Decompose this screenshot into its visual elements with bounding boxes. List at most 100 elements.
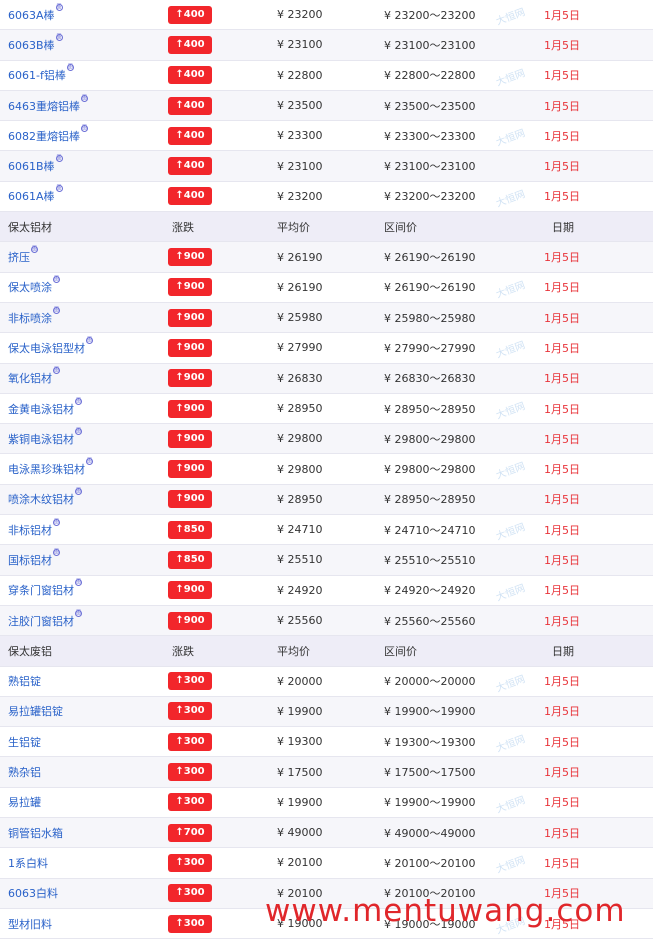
chart-icon[interactable]: 图: [66, 64, 74, 72]
product-name: 6063A棒: [8, 8, 55, 22]
average-price: ¥ 27990: [277, 341, 323, 355]
date: 1月5日: [544, 887, 580, 901]
chart-icon[interactable]: 图: [55, 33, 63, 41]
chart-icon[interactable]: 图: [81, 124, 88, 132]
average-price: ¥ 25510: [277, 553, 323, 567]
product-link[interactable]: 熟杂铝: [0, 764, 168, 780]
change-cell: ↑300: [168, 672, 277, 691]
product-link[interactable]: 生铝锭: [0, 734, 168, 750]
date: 1月5日: [544, 432, 580, 446]
product-link[interactable]: 易拉罐: [0, 794, 168, 810]
chart-icon[interactable]: 图: [81, 94, 88, 102]
product-name: 穿条门窗铝材: [8, 584, 74, 598]
date: 1月5日: [544, 281, 580, 295]
product-link[interactable]: 挤压图: [0, 246, 168, 265]
chart-icon[interactable]: 图: [55, 155, 63, 163]
price-table: 6063A棒图 ↑400 ¥ 23200 ¥ 23200～23200 1月5日 大恒网 60…: [0, 0, 653, 940]
price-range: ¥ 49000～49000: [384, 826, 476, 840]
product-link[interactable]: 1系白料: [0, 855, 168, 871]
average-price: ¥ 26830: [277, 371, 323, 385]
product-link[interactable]: 氧化铝材图: [0, 367, 168, 386]
product-name: 6061B棒: [8, 160, 55, 174]
chart-icon[interactable]: 图: [31, 246, 38, 254]
product-name: 型材旧料: [8, 917, 52, 931]
chart-icon[interactable]: 图: [53, 367, 60, 375]
product-link[interactable]: 6063白料: [0, 885, 168, 901]
product-link[interactable]: 6061A棒图: [0, 185, 168, 204]
product-name: 非标铝材: [8, 523, 52, 537]
price-range: ¥ 23500～23500: [384, 99, 476, 113]
table-row: 电泳黑珍珠铝材图 ↑900 ¥ 29800 ¥ 29800～29800 1月5日 大恒网: [0, 454, 653, 485]
average-price: ¥ 17500: [277, 765, 323, 779]
product-link[interactable]: 6082重熔铝棒图: [0, 124, 168, 144]
product-link[interactable]: 紫铜电泳铝材图: [0, 427, 168, 447]
product-link[interactable]: 非标喷涂图: [0, 306, 168, 326]
change-badge: ↑300: [168, 793, 212, 812]
chart-icon[interactable]: 图: [86, 458, 93, 466]
product-link[interactable]: 穿条门窗铝材图: [0, 579, 168, 598]
date: 1月5日: [544, 190, 580, 204]
header-change: 涨跌: [172, 220, 194, 234]
change-cell: ↑400: [168, 157, 277, 176]
product-link[interactable]: 保太喷涂图: [0, 276, 168, 295]
product-link[interactable]: 6061B棒图: [0, 155, 168, 174]
date: 1月5日: [544, 160, 580, 174]
chart-icon[interactable]: 图: [53, 518, 60, 526]
chart-icon[interactable]: 图: [75, 488, 82, 496]
product-link[interactable]: 易拉罐铝锭: [0, 703, 168, 719]
table-row: 保太电泳铝型材图 ↑900 ¥ 27990 ¥ 27990～27990 1月5日 大恒网: [0, 333, 653, 364]
chart-icon[interactable]: 图: [55, 3, 63, 11]
change-badge: ↑850: [168, 550, 212, 569]
header-name: 保太废铝: [8, 644, 52, 658]
product-link[interactable]: 金黄电泳铝材图: [0, 397, 168, 417]
product-link[interactable]: 国标铝材图: [0, 548, 168, 568]
price-range: ¥ 26190～26190: [384, 251, 476, 265]
product-link[interactable]: 6463重熔铝棒图: [0, 94, 168, 114]
table-row: 1系白料 ↑300 ¥ 20100 ¥ 20100～20100 1月5日 大恒网: [0, 848, 653, 879]
product-link[interactable]: 熟铝锭: [0, 673, 168, 689]
product-link[interactable]: 铜管铝水箱: [0, 825, 168, 841]
change-cell: ↑400: [168, 66, 277, 85]
average-price: ¥ 23300: [277, 129, 323, 143]
chart-icon[interactable]: 图: [75, 427, 82, 435]
change-badge: ↑300: [168, 702, 212, 721]
chart-icon[interactable]: 图: [53, 548, 60, 556]
change-badge: ↑900: [168, 581, 212, 600]
table-row: 国标铝材图 ↑850 ¥ 25510 ¥ 25510～25510 1月5日: [0, 545, 653, 576]
chart-icon[interactable]: 图: [53, 306, 60, 314]
chart-icon[interactable]: 图: [75, 579, 82, 587]
header-date: 日期: [552, 220, 574, 234]
table-row: 金黄电泳铝材图 ↑900 ¥ 28950 ¥ 28950～28950 1月5日 大恒网: [0, 394, 653, 425]
product-name: 易拉罐: [8, 796, 41, 810]
table-row: 易拉罐 ↑300 ¥ 19900 ¥ 19900～19900 1月5日 大恒网: [0, 788, 653, 819]
chart-icon[interactable]: 图: [55, 185, 63, 193]
product-name: 1系白料: [8, 856, 48, 870]
table-row: 非标喷涂图 ↑900 ¥ 25980 ¥ 25980～25980 1月5日: [0, 302, 653, 334]
change-badge: ↑900: [168, 248, 212, 267]
product-name: 熟铝锭: [8, 675, 41, 689]
price-range: ¥ 20100～20100: [384, 887, 476, 901]
product-link[interactable]: 喷涂木纹铝材图: [0, 488, 168, 507]
chart-icon[interactable]: 图: [86, 336, 93, 344]
product-link[interactable]: 注胶门窗铝材图: [0, 609, 168, 629]
product-name: 非标喷涂: [8, 311, 52, 325]
date: 1月5日: [544, 735, 580, 749]
table-row: 6082重熔铝棒图 ↑400 ¥ 23300 ¥ 23300～23300 1月5日 大恒网: [0, 121, 653, 152]
date: 1月5日: [544, 917, 580, 931]
product-link[interactable]: 6061-f铝棒图: [0, 64, 168, 83]
table-row: 6061-f铝棒图 ↑400 ¥ 22800 ¥ 22800～22800 1月5日 大恒网: [0, 61, 653, 91]
chart-icon[interactable]: 图: [75, 609, 82, 617]
date: 1月5日: [544, 463, 580, 477]
product-link[interactable]: 电泳黑珍珠铝材图: [0, 458, 168, 477]
change-badge: ↑900: [168, 429, 212, 448]
change-badge: ↑300: [168, 884, 212, 903]
product-name: 金黄电泳铝材: [8, 402, 74, 416]
chart-icon[interactable]: 图: [53, 276, 60, 284]
product-link[interactable]: 6063A棒图: [0, 3, 168, 23]
product-link[interactable]: 6063B棒图: [0, 33, 168, 53]
chart-icon[interactable]: 图: [75, 397, 82, 405]
product-link[interactable]: 型材旧料: [0, 916, 168, 932]
average-price: ¥ 26190: [277, 280, 323, 294]
product-link[interactable]: 保太电泳铝型材图: [0, 336, 168, 356]
product-link[interactable]: 非标铝材图: [0, 518, 168, 538]
